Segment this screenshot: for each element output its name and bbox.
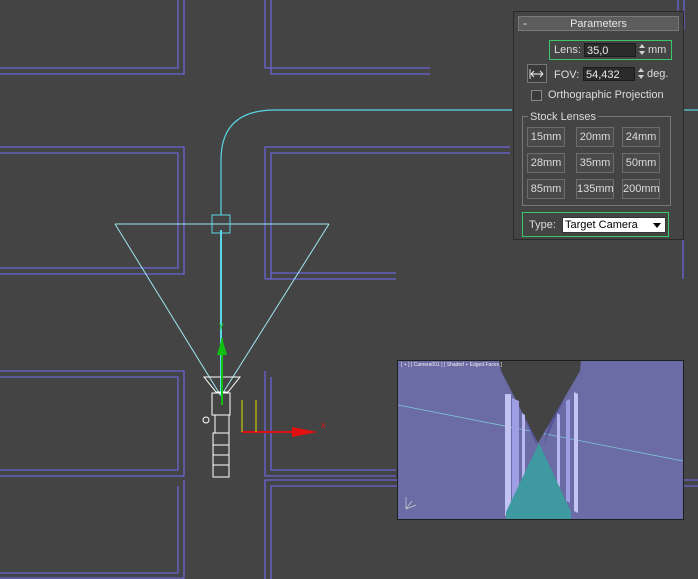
lens-15mm-button[interactable]: 15mm xyxy=(527,127,565,147)
svg-text:y: y xyxy=(219,320,224,330)
rollout-header[interactable]: - Parameters xyxy=(518,16,679,31)
lens-85mm-button[interactable]: 85mm xyxy=(527,179,565,199)
lens-input[interactable]: 35,0 xyxy=(584,43,636,57)
fov-input[interactable]: 54,432 xyxy=(583,67,635,81)
horizontal-arrows-icon xyxy=(529,69,544,79)
lens-135mm-button[interactable]: 135mm xyxy=(576,179,614,199)
spinner-down-icon[interactable] xyxy=(639,51,645,55)
spinner-up-icon[interactable] xyxy=(638,68,644,72)
fov-label: FOV: xyxy=(554,69,580,81)
lens-50mm-button[interactable]: 50mm xyxy=(622,153,660,173)
fov-unit: deg. xyxy=(647,68,669,80)
stock-lenses-title: Stock Lenses xyxy=(528,111,599,123)
spinner-up-icon[interactable] xyxy=(639,44,645,48)
lens-unit: mm xyxy=(648,44,667,56)
fov-direction-button[interactable] xyxy=(527,64,547,83)
lens-35mm-button[interactable]: 35mm xyxy=(576,153,614,173)
parameters-rollout: - Parameters Lens: 35,0 mm FOV: 54,432 d… xyxy=(513,11,684,240)
rollout-title: Parameters xyxy=(570,18,627,30)
lens-24mm-button[interactable]: 24mm xyxy=(622,127,660,147)
chevron-down-icon[interactable] xyxy=(653,223,661,228)
camera-preview-viewport[interactable]: [ + ] [ Camera001 ] [ Shaded + Edged Fac… xyxy=(397,360,684,520)
type-label: Type: xyxy=(529,219,556,231)
lens-20mm-button[interactable]: 20mm xyxy=(576,127,614,147)
camera-preview-render xyxy=(398,361,683,519)
orthographic-checkbox[interactable] xyxy=(531,90,542,101)
camera-type-value: Target Camera xyxy=(565,219,638,231)
viewport-label[interactable]: [ + ] [ Camera001 ] [ Shaded + Edged Fac… xyxy=(401,362,502,368)
lens-spinner[interactable] xyxy=(638,43,646,57)
spinner-down-icon[interactable] xyxy=(638,75,644,79)
lens-200mm-button[interactable]: 200mm xyxy=(622,179,660,199)
fov-spinner[interactable] xyxy=(637,67,645,81)
type-row: Type: Target Camera xyxy=(522,212,669,237)
camera-type-dropdown[interactable]: Target Camera xyxy=(562,217,666,233)
orthographic-label: Orthographic Projection xyxy=(548,89,664,101)
lens-label: Lens: xyxy=(554,44,581,56)
svg-text:x: x xyxy=(321,420,326,430)
lens-28mm-button[interactable]: 28mm xyxy=(527,153,565,173)
lens-row: Lens: 35,0 mm xyxy=(549,40,672,60)
